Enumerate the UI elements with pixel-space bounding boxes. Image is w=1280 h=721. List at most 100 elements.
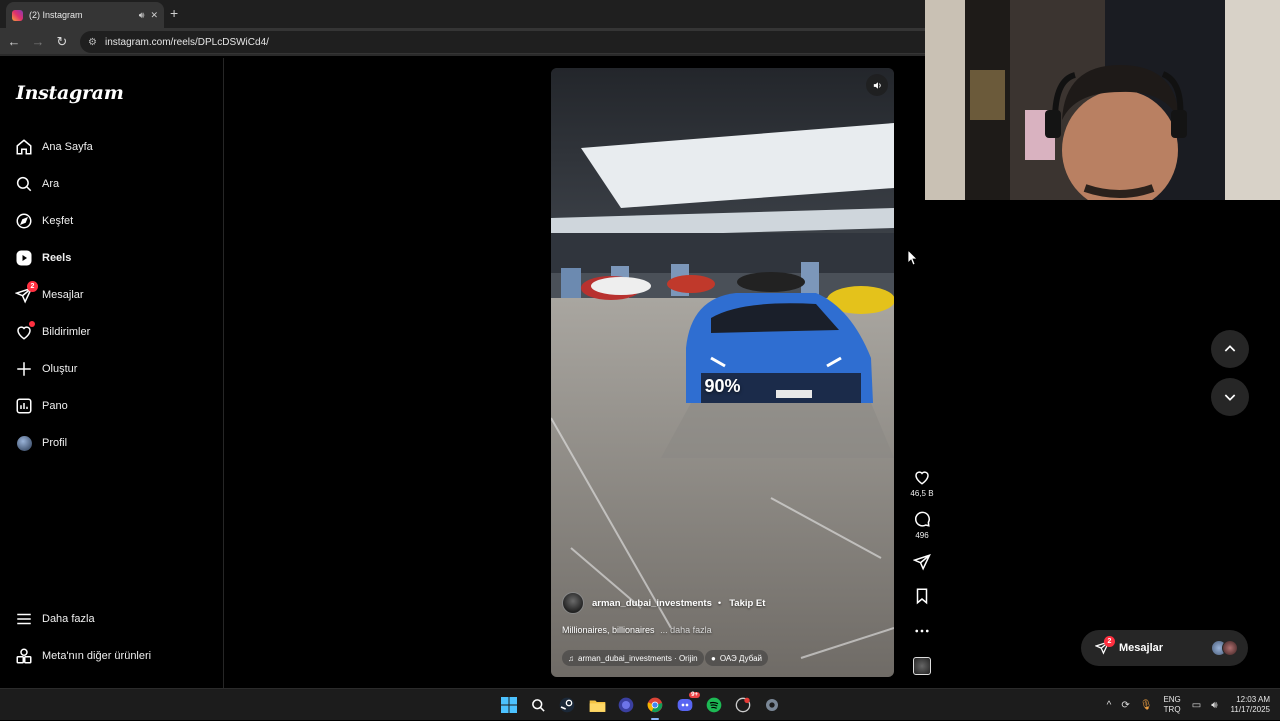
spotify-icon[interactable] (704, 695, 724, 715)
microphone-icon[interactable]: 🎙︎ (1140, 700, 1153, 711)
reel-caption: Millionaires, billionaires ... daha fazl… (562, 625, 712, 635)
menu-icon (14, 609, 34, 629)
sidebar-item-label: Bildirimler (42, 326, 91, 338)
sidebar-item-label: Profil (42, 437, 68, 449)
more-options-button[interactable] (910, 622, 934, 643)
new-tab-button[interactable]: + (170, 5, 178, 21)
app-icon[interactable] (733, 695, 753, 715)
sidebar-item-notifications[interactable]: Bildirimler (14, 319, 210, 345)
reels-icon (14, 248, 34, 268)
sidebar-item-messages[interactable]: 2 Mesajlar (14, 281, 210, 308)
compass-icon (14, 211, 34, 231)
reel-overlay-text: 90% (704, 376, 741, 396)
comment-button[interactable]: 496 (910, 510, 934, 540)
caption-more-link[interactable]: ... daha fazla (660, 625, 712, 635)
file-explorer-icon[interactable] (587, 695, 607, 715)
clock-time: 12:03 AM (1236, 695, 1270, 704)
chevron-up-icon[interactable]: ^ (1107, 700, 1112, 711)
browser-tab[interactable]: (2) Instagram 🔊︎ ✕ (6, 2, 164, 28)
search-icon[interactable] (528, 695, 548, 715)
sidebar-item-dashboard[interactable]: Pano (14, 393, 210, 419)
avatar[interactable] (562, 592, 584, 614)
sidebar-item-search[interactable]: Ara (14, 171, 210, 197)
sidebar: Instagram Ana Sayfa Ara Keşfet Reels 2 M… (0, 58, 224, 688)
send-icon (913, 553, 931, 571)
clock[interactable]: 12:03 AM 11/17/2025 (1231, 695, 1270, 715)
sidebar-item-label: Pano (42, 400, 68, 412)
notification-dot (29, 321, 35, 327)
speaker-icon[interactable] (866, 74, 888, 96)
settings-gear-icon[interactable] (762, 695, 782, 715)
save-button[interactable] (910, 587, 934, 608)
search-icon (14, 174, 34, 194)
like-button[interactable]: 46,5 B (910, 468, 934, 498)
app-icon[interactable] (616, 695, 636, 715)
reel-video[interactable]: 90% arman_dubai_investments • Takip Et M… (551, 68, 894, 677)
share-button[interactable] (910, 553, 934, 574)
avatar (1222, 640, 1238, 656)
reel-author-row: arman_dubai_investments • Takip Et (562, 592, 765, 614)
volume-icon[interactable]: 🔊︎ (1211, 700, 1217, 711)
chrome-icon[interactable] (645, 695, 665, 720)
display-icon[interactable]: ▭ (1192, 700, 1201, 711)
sidebar-item-reels[interactable]: Reels (14, 245, 210, 271)
home-icon (14, 137, 34, 157)
separator-dot: • (717, 597, 722, 609)
windows-taskbar: 9+ ^ ⟳ 🎙︎ ENG TRQ ▭ 🔊︎ 12:03 AM 11/17/20… (0, 688, 1280, 720)
sidebar-item-profile[interactable]: Profil (14, 430, 210, 456)
previous-reel-button[interactable] (1211, 330, 1249, 368)
next-reel-button[interactable] (1211, 378, 1249, 416)
location-chip[interactable]: ● ОАЭ Дубай (705, 650, 769, 666)
follow-button[interactable]: Takip Et (729, 598, 765, 609)
sidebar-item-label: Oluştur (42, 363, 78, 375)
url-text: instagram.com/reels/DPLcDSWiCd4/ (104, 36, 269, 48)
instagram-favicon-icon (12, 9, 23, 21)
sidebar-item-meta-products[interactable]: Meta'nın diğer ürünleri (14, 643, 210, 669)
messages-pill-label: Mesajlar (1119, 642, 1164, 654)
language-bottom: TRQ (1163, 705, 1181, 714)
clock-date: 11/17/2025 (1230, 705, 1270, 714)
close-tab-icon[interactable]: ✕ (150, 10, 158, 21)
sync-icon[interactable]: ⟳ (1121, 700, 1129, 711)
sidebar-item-explore[interactable]: Keşfet (14, 208, 210, 234)
audio-chip[interactable]: ♫ arman_dubai_investments · Orijin (562, 650, 704, 666)
speaker-icon[interactable]: 🔊︎ (139, 10, 145, 21)
messenger-icon: 2 (14, 281, 38, 305)
discord-icon[interactable]: 9+ (675, 692, 700, 715)
tab-title: (2) Instagram (29, 10, 83, 20)
webcam-feed (925, 0, 1280, 200)
comment-icon (915, 511, 930, 527)
sidebar-item-create[interactable]: Oluştur (14, 356, 210, 382)
language-indicator[interactable]: ENG TRQ (1163, 695, 1180, 715)
location-pin-icon: ● (711, 653, 716, 663)
sidebar-item-label: Reels (42, 252, 72, 264)
plus-icon (14, 359, 34, 379)
site-settings-icon[interactable]: ⚙ (88, 37, 97, 48)
heart-icon (915, 471, 929, 485)
steam-icon[interactable] (557, 695, 577, 715)
caption-text: Millionaires, billionaires (562, 625, 655, 635)
dashboard-icon (14, 396, 34, 416)
sidebar-item-label: Keşfet (42, 215, 74, 227)
sidebar-item-label: Ara (42, 178, 60, 190)
instagram-logo[interactable]: Instagram (16, 82, 124, 104)
sidebar-item-label: Daha fazla (42, 613, 95, 625)
discord-badge: 9+ (689, 692, 700, 698)
audio-thumbnail[interactable] (913, 657, 931, 675)
author-username[interactable]: arman_dubai_investments (592, 598, 712, 609)
bookmark-icon (916, 588, 928, 605)
reel-video-frame (551, 68, 894, 677)
sidebar-item-more[interactable]: Daha fazla (14, 606, 210, 632)
windows-start-icon[interactable] (499, 695, 519, 715)
messages-pill-button[interactable]: 2 Mesajlar (1081, 630, 1248, 666)
audio-label: arman_dubai_investments · Orijin (578, 653, 698, 663)
url-field[interactable]: ⚙ instagram.com/reels/DPLcDSWiCd4/ (80, 31, 950, 53)
comment-count: 496 (915, 531, 929, 540)
reload-icon[interactable]: ↻ (54, 34, 70, 50)
back-arrow-icon[interactable]: ← (6, 34, 22, 49)
location-label: ОАЭ Дубай (719, 653, 763, 663)
system-tray: ^ ⟳ 🎙︎ ENG TRQ ▭ 🔊︎ 12:03 AM 11/17/2025 (1102, 689, 1270, 721)
forward-arrow-icon[interactable]: → (30, 34, 46, 49)
sidebar-item-home[interactable]: Ana Sayfa (14, 134, 210, 160)
conversation-avatars (1211, 640, 1238, 656)
